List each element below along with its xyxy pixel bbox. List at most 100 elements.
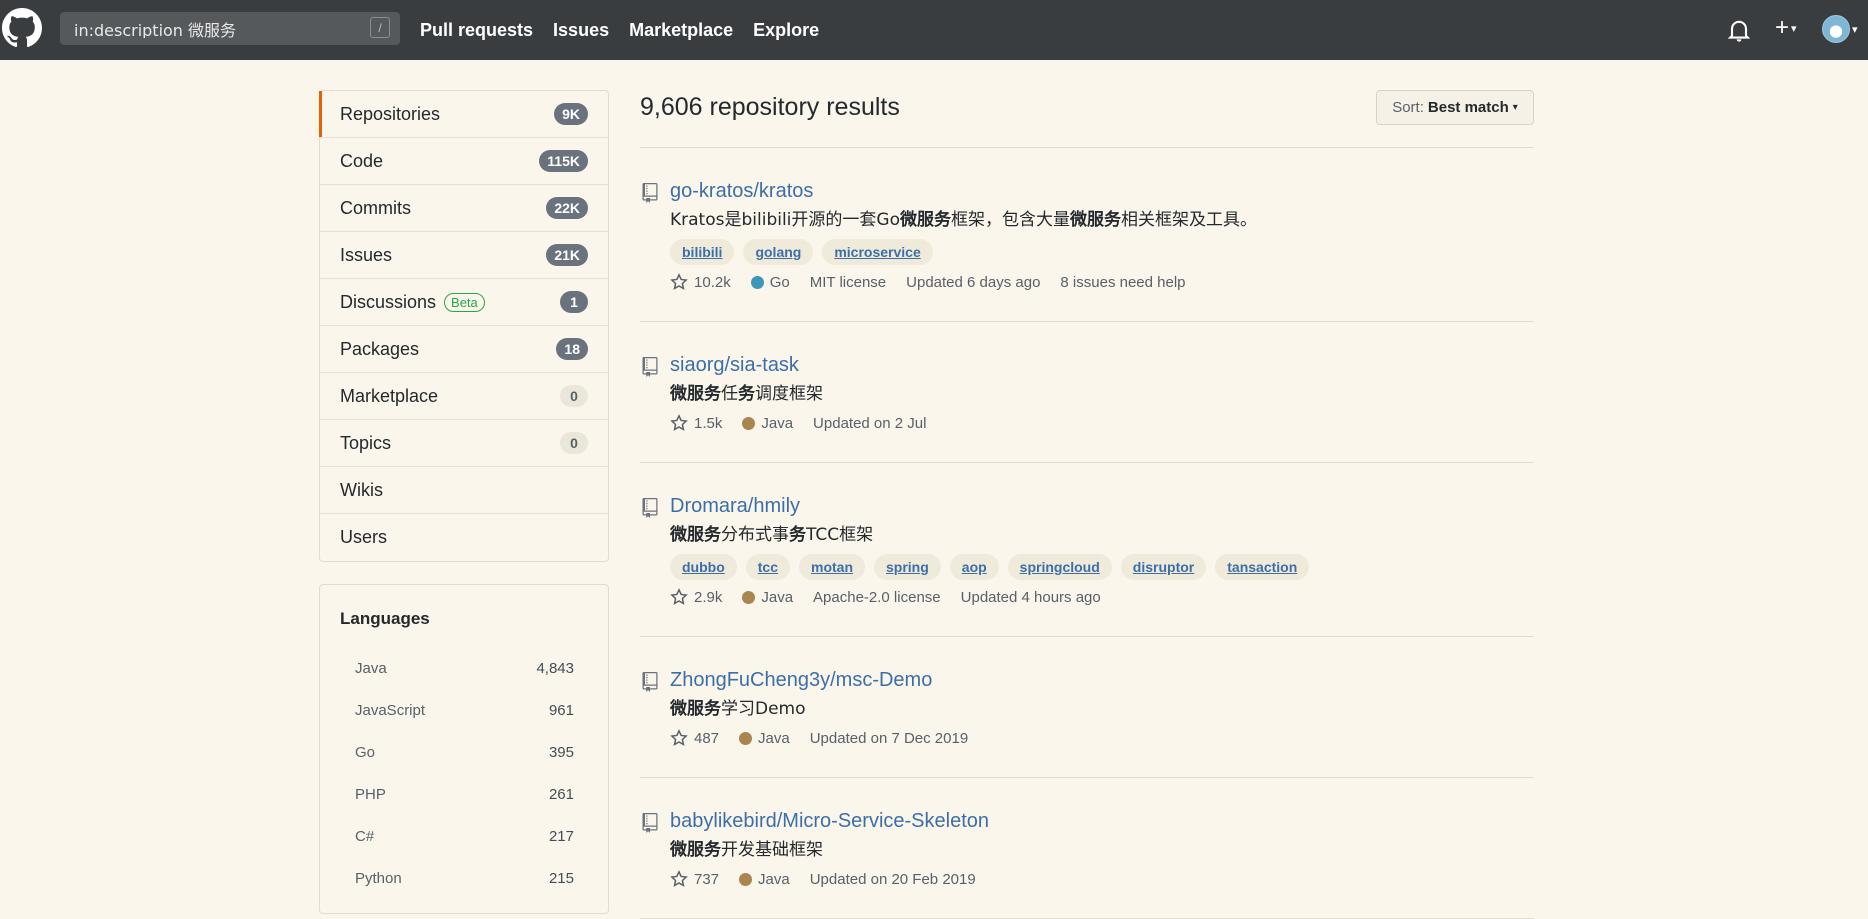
- language-filter-item[interactable]: Go 395: [320, 731, 608, 773]
- menu-item-label: Issues: [340, 244, 393, 265]
- star-icon: [670, 870, 688, 887]
- count-badge: 9K: [554, 103, 588, 125]
- repo-icon: [642, 672, 658, 692]
- stars-link[interactable]: 737: [670, 870, 719, 888]
- repo-license: MIT license: [809, 273, 887, 291]
- repo-icon: [642, 357, 658, 377]
- topic-tag[interactable]: golang: [743, 239, 814, 265]
- count-badge: 1: [560, 291, 588, 313]
- help-wanted-issues-link[interactable]: 8 issues need help: [1060, 274, 1185, 291]
- repo-meta: 2.9k Java Apache-2.0 license Updated 4 hour…: [670, 588, 1534, 606]
- topic-tag[interactable]: tcc: [745, 554, 790, 580]
- language-count: 961: [548, 701, 574, 719]
- menu-item-discussions[interactable]: Discussions Beta 1: [320, 279, 608, 326]
- language-filter-item[interactable]: JavaScript 961: [320, 689, 608, 731]
- search-input[interactable]: [74, 19, 354, 38]
- menu-item-topics[interactable]: Topics 0: [320, 420, 608, 467]
- language-filter-item[interactable]: PHP 261: [320, 773, 608, 815]
- menu-item-marketplace[interactable]: Marketplace 0: [320, 373, 608, 420]
- repo-updated: Updated 4 hours ago: [960, 588, 1101, 606]
- description-text: 相关框架及工具。: [1120, 210, 1257, 230]
- notifications-bell-icon[interactable]: [1725, 16, 1753, 44]
- repo-language: Java: [742, 415, 793, 432]
- menu-item-label: Marketplace: [340, 385, 439, 406]
- repo-list-item: Dromara/hmily 微服务分布式事务TCC框架 dubbo tcc motan s…: [640, 463, 1534, 637]
- language-name: Java: [758, 729, 790, 747]
- menu-item-label: Commits: [340, 197, 411, 218]
- user-menu-button[interactable]: ▾: [1822, 15, 1858, 43]
- highlight-match: 务: [789, 525, 806, 545]
- topic-tag[interactable]: disruptor: [1120, 554, 1207, 580]
- topic-tag[interactable]: bilibili: [670, 239, 735, 265]
- language-name: Go: [769, 273, 790, 291]
- repo-name-link[interactable]: babylikebird/Micro-Service-Skeleton: [670, 808, 1534, 834]
- language-count: 217: [548, 827, 574, 845]
- nav-pull-requests[interactable]: Pull requests: [420, 20, 533, 41]
- menu-item-wikis[interactable]: Wikis: [320, 467, 608, 514]
- language-filter-item[interactable]: C# 217: [320, 815, 608, 857]
- count-badge: 18: [556, 338, 588, 360]
- description-text: 框架，包含大量: [950, 210, 1070, 230]
- nav-explore[interactable]: Explore: [753, 20, 819, 41]
- menu-item-packages[interactable]: Packages 18: [320, 326, 608, 373]
- nav-marketplace[interactable]: Marketplace: [629, 20, 733, 41]
- topic-tag[interactable]: spring: [874, 554, 941, 580]
- star-count: 487: [694, 729, 720, 747]
- language-filter-item[interactable]: Python 215: [320, 857, 608, 899]
- topic-tag[interactable]: motan: [799, 554, 865, 580]
- count-badge: 22K: [546, 197, 588, 219]
- repo-icon: [642, 813, 658, 833]
- language-name: Java: [758, 870, 790, 888]
- language-name: JavaScript: [355, 701, 426, 719]
- language-name: Java: [761, 414, 794, 432]
- repo-name-link[interactable]: ZhongFuCheng3y/msc-Demo: [670, 667, 1534, 693]
- menu-item-users[interactable]: Users: [320, 514, 608, 561]
- repo-icon: [642, 498, 658, 518]
- repo-name-link[interactable]: Dromara/hmily: [670, 493, 1534, 519]
- repo-icon: [642, 183, 658, 203]
- repo-description: Kratos是bilibili开源的一套Go微服务框架，包含大量微服务相关框架及…: [670, 208, 1534, 232]
- language-color-dot: [739, 731, 753, 745]
- highlight-match: 微服务: [670, 699, 721, 719]
- topic-tag[interactable]: aop: [949, 554, 999, 580]
- language-color-dot: [742, 416, 756, 430]
- description-text: Kratos是bilibili开源的一套Go: [670, 210, 900, 230]
- highlight-match: 务: [738, 384, 755, 404]
- stars-link[interactable]: 1.5k: [670, 414, 722, 432]
- github-logo-icon[interactable]: [2, 8, 42, 48]
- star-count: 1.5k: [694, 414, 723, 432]
- search-box[interactable]: /: [60, 12, 400, 45]
- stars-link[interactable]: 487: [670, 729, 719, 747]
- stars-link[interactable]: 10.2k: [670, 273, 731, 291]
- menu-item-code[interactable]: Code 115K: [320, 138, 608, 185]
- repo-meta: 10.2k Go MIT license Updated 6 days ago 8 is…: [670, 273, 1534, 291]
- language-color-dot: [739, 872, 753, 886]
- menu-item-label: Users: [340, 527, 388, 547]
- language-filter-item[interactable]: Java 4,843: [320, 647, 608, 689]
- repo-name-link[interactable]: go-kratos/kratos: [670, 178, 1534, 204]
- nav-issues[interactable]: Issues: [553, 20, 609, 41]
- repo-name-link[interactable]: siaorg/sia-task: [670, 352, 1534, 378]
- language-color-dot: [742, 590, 756, 604]
- count-badge: 0: [560, 432, 588, 454]
- description-text: 分布式事: [721, 525, 789, 545]
- repo-description: 微服务开发基础框架: [670, 838, 1534, 862]
- menu-item-issues[interactable]: Issues 21K: [320, 232, 608, 279]
- results-count-title: 9,606 repository results: [640, 93, 900, 121]
- menu-item-repositories[interactable]: Repositories 9K: [319, 91, 608, 138]
- sort-dropdown-button[interactable]: Sort: Best match ▾: [1376, 90, 1534, 125]
- topic-tag[interactable]: springcloud: [1007, 554, 1112, 580]
- header-nav: Pull requests Issues Marketplace Explore: [420, 0, 839, 60]
- topic-tag[interactable]: microservice: [822, 239, 933, 265]
- menu-item-commits[interactable]: Commits 22K: [320, 185, 608, 232]
- top-header: / Pull requests Issues Marketplace Explo…: [0, 0, 1868, 60]
- stars-link[interactable]: 2.9k: [670, 588, 722, 606]
- menu-item-label: Code: [340, 150, 384, 171]
- chevron-down-icon: ▾: [1852, 23, 1858, 36]
- topic-tag[interactable]: tansaction: [1215, 554, 1310, 580]
- language-name: Java: [355, 659, 387, 677]
- create-new-button[interactable]: + ▾: [1775, 14, 1797, 43]
- description-text: 调度框架: [755, 384, 823, 404]
- language-color-dot: [750, 275, 764, 289]
- topic-tag[interactable]: dubbo: [670, 554, 737, 580]
